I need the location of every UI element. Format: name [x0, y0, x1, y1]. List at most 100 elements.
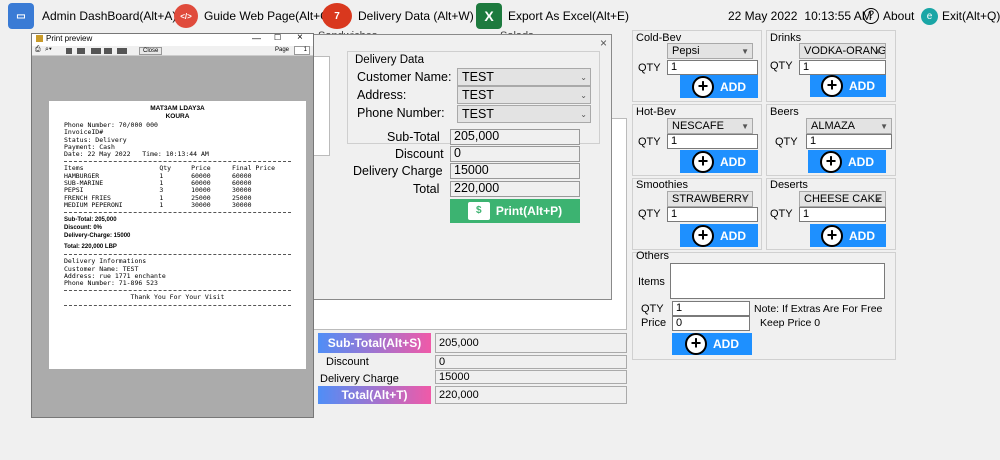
admin-dashboard-label: Admin DashBoard(Alt+A): [42, 9, 177, 23]
exit-button[interactable]: e Exit(Alt+Q): [921, 0, 1000, 32]
admin-dashboard-button[interactable]: ▭ Admin DashBoard(Alt+A): [8, 0, 176, 32]
smoothies-select[interactable]: STRAWBERRY ▼: [667, 191, 753, 207]
chevron-down-icon: ▼: [741, 122, 749, 131]
close-icon[interactable]: ×: [297, 32, 303, 43]
address-field[interactable]: TEST ⌄: [457, 86, 591, 104]
others-note-line2: Keep Price 0: [760, 317, 821, 329]
others-items-field[interactable]: [670, 263, 885, 299]
cold-bev-qty-field[interactable]: 1: [667, 60, 758, 75]
deserts-select[interactable]: CHEESE CAKE ▼: [799, 191, 886, 207]
dw-subtotal-label: Sub-Total: [387, 130, 440, 144]
print-preview-titlebar: Print preview — ☐ ×: [32, 32, 313, 46]
delivery-group-title: Delivery Data: [355, 54, 425, 66]
bottom-subtotal-field[interactable]: 205,000: [435, 333, 627, 353]
receipt-location: KOURA: [165, 112, 190, 120]
others-price-field[interactable]: 0: [672, 316, 750, 331]
drinks-qty-field[interactable]: 1: [799, 60, 886, 75]
hot-bev-title: Hot-Bev: [636, 106, 676, 118]
smoothies-qty-label: QTY: [638, 208, 661, 220]
smoothies-qty-field[interactable]: 1: [667, 207, 758, 222]
cold-bev-add-button[interactable]: + ADD: [680, 75, 758, 98]
customer-name-value: TEST: [462, 70, 494, 84]
receipt-cell: 30000: [231, 200, 252, 209]
drinks-qty-label: QTY: [770, 60, 793, 72]
receipt-subtotal: Sub-Total: 205,000: [64, 217, 117, 224]
receipt-cell: 1: [159, 171, 164, 180]
beers-title: Beers: [770, 106, 799, 118]
receipt-cell: 3: [159, 186, 164, 195]
print-preview-toolbar: ⎙ ⌕▾ Close Page 1: [32, 46, 313, 56]
add-label: ADD: [849, 228, 875, 243]
top-toolbar: ▭ Admin DashBoard(Alt+A) </> Guide Web P…: [0, 0, 1000, 32]
one-page-icon[interactable]: [66, 48, 72, 54]
address-value: TEST: [462, 88, 494, 102]
cold-bev-select[interactable]: Pepsi ▼: [667, 43, 753, 59]
dw-subtotal-field[interactable]: 205,000: [450, 129, 580, 145]
hot-bev-add-button[interactable]: + ADD: [680, 150, 758, 173]
guide-web-page-button[interactable]: </> Guide Web Page(Alt+G): [174, 0, 334, 32]
four-pages-icon[interactable]: [104, 48, 112, 54]
add-label: ADD: [849, 79, 875, 93]
delivery-data-button[interactable]: 7 Delivery Data (Alt+W): [322, 0, 474, 32]
subtotal-button[interactable]: Sub-Total(Alt+S): [318, 333, 431, 353]
hot-bev-qty-label: QTY: [638, 136, 661, 148]
six-pages-icon[interactable]: [117, 48, 127, 54]
dw-delivery-charge-field[interactable]: 15000: [450, 163, 580, 179]
deserts-qty-field[interactable]: 1: [799, 207, 886, 222]
chevron-down-icon: ⌄: [580, 91, 587, 100]
close-icon[interactable]: ×: [600, 36, 607, 50]
receipt-col-qty: Qty: [159, 164, 172, 173]
dw-discount-field[interactable]: 0: [450, 146, 580, 162]
chevron-down-icon: ▼: [880, 122, 888, 131]
address-label: Address:: [357, 88, 407, 102]
page-number-field[interactable]: 1: [294, 46, 310, 55]
deserts-qty-label: QTY: [770, 208, 793, 220]
beers-qty-label: QTY: [775, 136, 798, 148]
receipt-date: Date: 22 May 2022 Time: 10:13:44 AM: [64, 150, 209, 159]
add-label: ADD: [720, 228, 746, 243]
plus-icon: +: [820, 150, 842, 173]
receipt-total: Total: 220,000 LBP: [64, 244, 117, 251]
date-time: 22 May 2022 10:13:55 AM: [728, 0, 872, 32]
bottom-delivery-field[interactable]: 15000: [435, 370, 627, 384]
beers-add-button[interactable]: + ADD: [808, 150, 886, 173]
receipt-thanks: Thank You For Your Visit: [130, 293, 225, 302]
others-add-button[interactable]: + ADD: [672, 333, 752, 355]
about-button[interactable]: ? About: [863, 0, 914, 32]
printer-icon: $: [467, 202, 490, 220]
bottom-discount-field[interactable]: 0: [435, 355, 627, 369]
hot-bev-qty-field[interactable]: 1: [667, 134, 758, 149]
date-text: 22 May 2022: [728, 9, 798, 23]
print-icon[interactable]: ⎙: [35, 46, 41, 54]
beers-select[interactable]: ALMAZA ▼: [806, 118, 892, 134]
add-label: ADD: [720, 154, 746, 169]
receipt-page: MAT3AM LDAY3A KOURA Phone Number: 70/000…: [49, 101, 306, 369]
code-icon: </>: [174, 4, 198, 28]
two-pages-icon[interactable]: [77, 48, 85, 54]
receipt-cell: MEDIUM PEPERONI: [64, 200, 123, 209]
beers-qty-field[interactable]: 1: [806, 134, 892, 149]
print-button[interactable]: $ Print(Alt+P): [450, 199, 580, 223]
phone-number-field[interactable]: TEST ⌄: [457, 105, 591, 123]
print-button-label: Print(Alt+P): [495, 204, 563, 218]
drinks-add-button[interactable]: + ADD: [810, 75, 886, 97]
zoom-icon[interactable]: ⌕▾: [45, 46, 52, 54]
customer-name-label: Customer Name:: [357, 70, 452, 84]
minimize-icon[interactable]: —: [252, 33, 261, 43]
customer-name-field[interactable]: TEST ⌄: [457, 68, 591, 86]
smoothies-add-button[interactable]: + ADD: [680, 224, 758, 247]
three-pages-icon[interactable]: [91, 48, 101, 54]
close-preview-button[interactable]: Close: [139, 47, 163, 55]
receipt-delivery-charge: Delivery-Charge: 15000: [64, 233, 131, 240]
total-button[interactable]: Total(Alt+T): [318, 386, 431, 404]
export-excel-button[interactable]: X Export As Excel(Alt+E): [476, 0, 629, 32]
hot-bev-select[interactable]: NESCAFE ▼: [667, 118, 753, 134]
bottom-total-field[interactable]: 220,000: [435, 386, 627, 404]
drinks-select[interactable]: VODKA-ORANGE ▼: [799, 43, 886, 59]
others-qty-field[interactable]: 1: [672, 301, 750, 316]
dw-total-field[interactable]: 220,000: [450, 181, 580, 197]
deserts-add-button[interactable]: + ADD: [810, 224, 886, 247]
maximize-icon[interactable]: ☐: [274, 33, 281, 42]
dw-discount-label: Discount: [395, 147, 444, 161]
receipt-shop-name: MAT3AM LDAY3A: [150, 105, 205, 112]
